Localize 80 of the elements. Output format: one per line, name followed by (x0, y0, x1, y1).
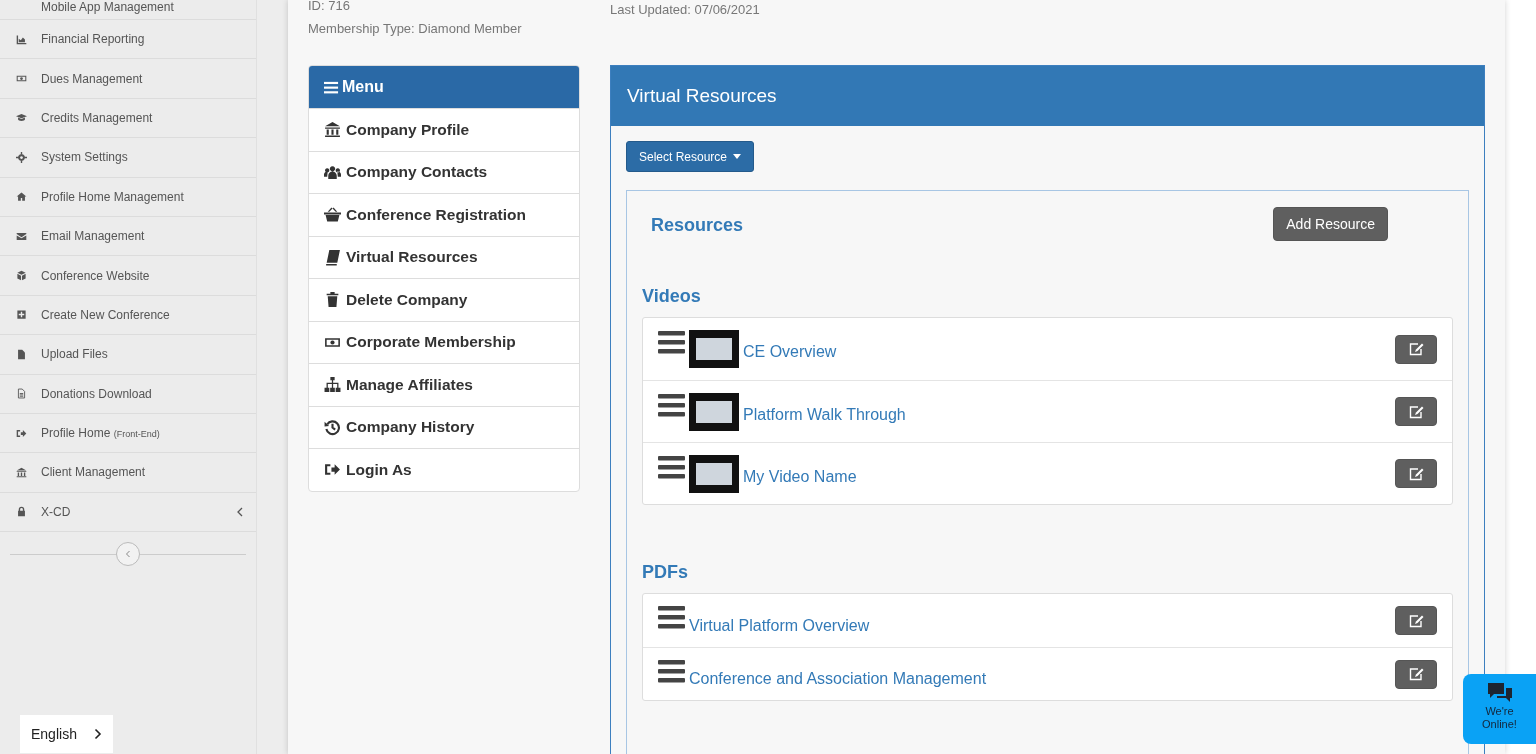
drag-handle-icon[interactable] (658, 394, 685, 418)
chevron-right-icon (94, 728, 102, 740)
language-selector[interactable]: English (20, 715, 113, 753)
edit-button[interactable] (1395, 334, 1437, 364)
bank-icon (324, 121, 341, 139)
sidebar-item[interactable]: Create New Conference (0, 295, 256, 336)
edit-button[interactable] (1395, 397, 1437, 426)
menu-item[interactable]: Login As (309, 448, 579, 491)
edit-icon (1408, 613, 1424, 628)
menu-item[interactable]: Manage Affiliates (309, 363, 579, 406)
menu-icon (324, 79, 339, 95)
drag-handle-icon[interactable] (658, 660, 685, 684)
resource-link[interactable]: CE Overview (743, 343, 1395, 361)
video-thumbnail (689, 454, 739, 493)
menu-item[interactable]: Conference Registration (309, 193, 579, 236)
menu-header: Menu (309, 66, 579, 108)
chart-icon (16, 33, 27, 45)
bank-icon (16, 467, 27, 478)
video-thumbnail (689, 392, 739, 431)
menu-item[interactable]: Virtual Resources (309, 235, 579, 278)
edit-icon (1408, 667, 1424, 681)
sidebar-item[interactable]: X-CD (0, 492, 256, 533)
sidebar-item[interactable]: Dues Management (0, 59, 256, 99)
panel-title: Virtual Resources (611, 66, 1484, 126)
basket-icon (324, 206, 341, 224)
resource-link[interactable]: My Video Name (743, 467, 1395, 486)
resource-link[interactable]: Virtual Platform Overview (689, 616, 1395, 635)
drag-handle-icon[interactable] (658, 606, 685, 630)
chevron-left-icon (125, 550, 131, 559)
company-id: ID: 716 (308, 0, 351, 12)
resource-link[interactable]: Conference and Association Management (689, 670, 1395, 688)
menu-item[interactable]: Company Profile (309, 108, 579, 151)
sidebar-item[interactable]: Mobile App Management (0, 0, 256, 20)
last-updated: Last Updated: 07/06/2021 (610, 2, 761, 17)
menu-item[interactable]: Corporate Membership (309, 320, 579, 363)
resources-title: Resources (651, 214, 744, 236)
drag-handle-icon[interactable] (658, 456, 685, 480)
menu-item[interactable]: Company Contacts (309, 150, 579, 193)
graduation-cap-icon (16, 112, 27, 124)
sidebar-item[interactable]: Conference Website (0, 256, 256, 296)
hierarchy-icon (324, 376, 341, 394)
membership-type: Membership Type: Diamond Member (308, 21, 523, 36)
edit-button[interactable] (1395, 606, 1437, 635)
sidebar-item[interactable]: Credits Management (0, 98, 256, 139)
edit-icon (1408, 404, 1424, 419)
menu-item[interactable]: Delete Company (309, 278, 579, 321)
cube-icon (16, 270, 27, 282)
section-title: Videos (642, 286, 702, 307)
sidebar-item[interactable]: Client Management (0, 453, 256, 493)
lock-icon (16, 506, 27, 518)
caret-icon (733, 154, 742, 159)
file-icon (16, 348, 27, 360)
sidebar-item[interactable]: Donations Download (0, 374, 256, 414)
menu-item[interactable]: Company History (309, 405, 579, 448)
edit-button[interactable] (1395, 659, 1437, 689)
section-title: PDFs (642, 562, 689, 583)
home-icon (16, 191, 27, 203)
people-icon (324, 163, 341, 181)
select-resource-dropdown[interactable]: Select Resource (626, 141, 755, 172)
edit-icon (1408, 466, 1424, 481)
chat-widget[interactable]: We're Online! (1463, 674, 1536, 744)
add-resource-button[interactable]: Add Resource (1273, 207, 1388, 241)
sidebar-item[interactable]: System Settings (0, 138, 256, 178)
document-icon (16, 388, 27, 400)
sidebar-item[interactable]: Upload Files (0, 335, 256, 375)
history-icon (324, 418, 341, 436)
resource-link[interactable]: Platform Walk Through (743, 405, 1395, 424)
drag-handle-icon[interactable] (658, 331, 685, 355)
edit-icon (1408, 342, 1424, 356)
trash-icon (324, 291, 341, 309)
edit-button[interactable] (1395, 459, 1437, 488)
envelope-icon (16, 230, 27, 242)
sidebar-item[interactable]: Profile Home (Front-End) (0, 413, 256, 454)
plus-icon (16, 309, 27, 321)
sidebar-item[interactable]: Email Management (0, 216, 256, 257)
exit-arrow-icon (16, 427, 27, 439)
chevron-left-icon (236, 506, 244, 517)
sidebar-item[interactable]: Profile Home Management (0, 177, 256, 217)
video-thumbnail (689, 330, 739, 368)
sidebar-item[interactable]: Financial Reporting (0, 20, 256, 60)
